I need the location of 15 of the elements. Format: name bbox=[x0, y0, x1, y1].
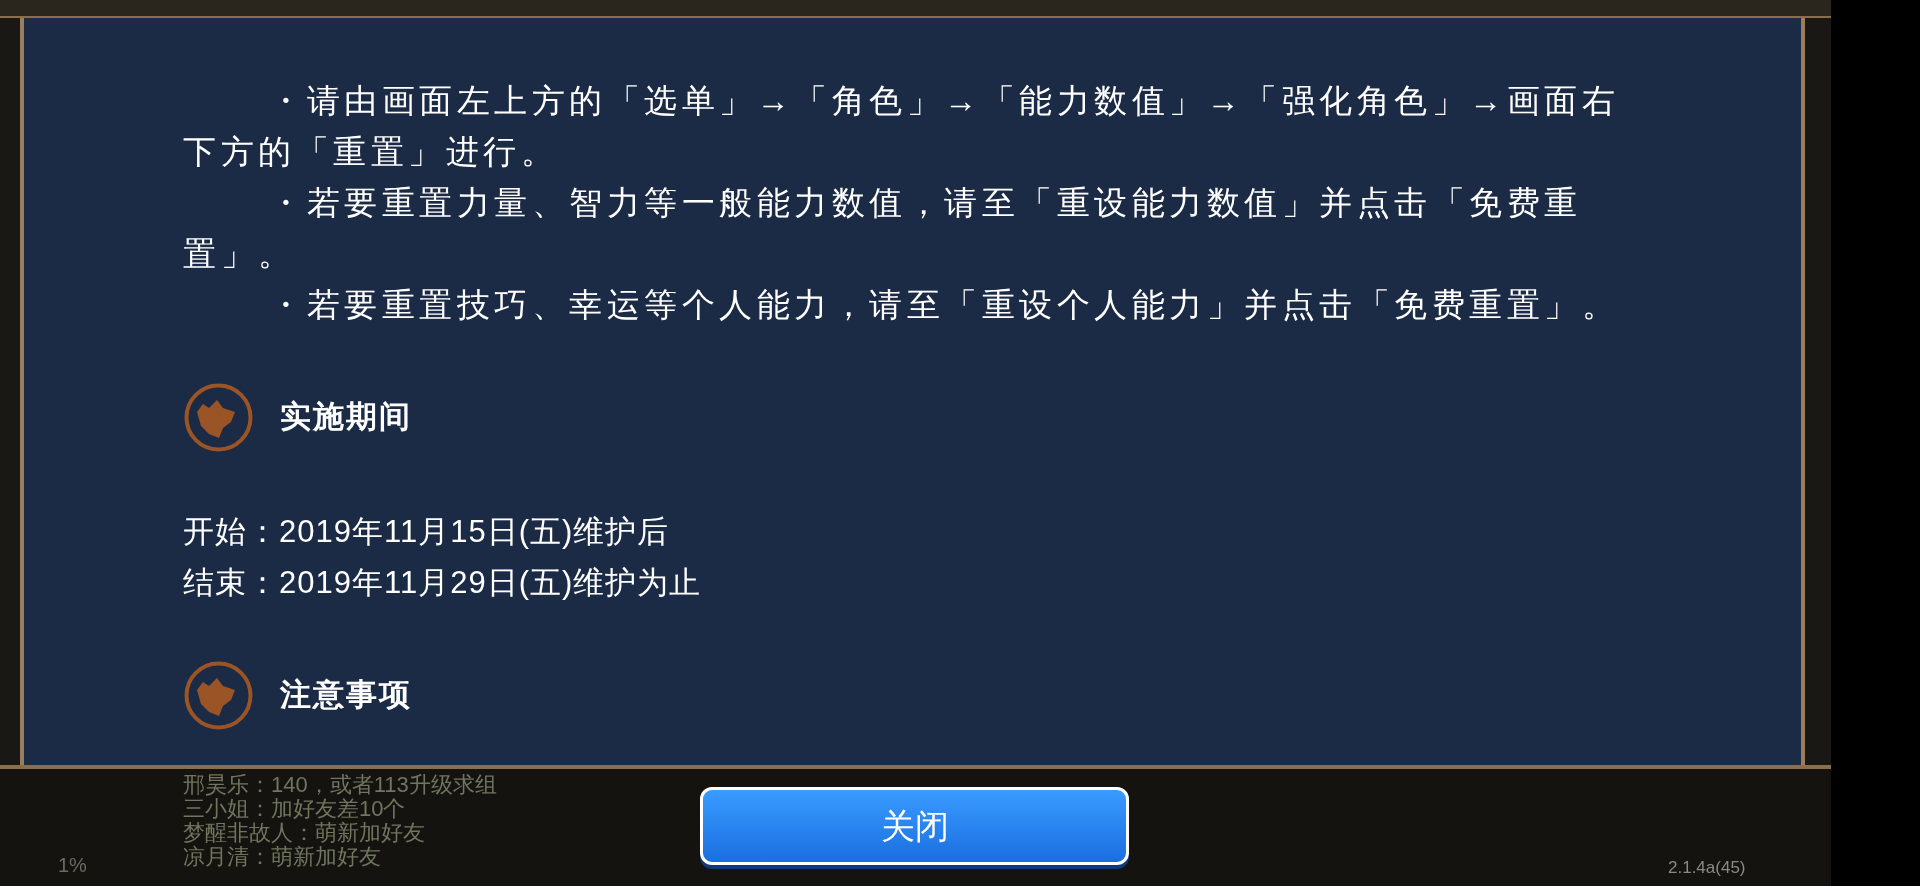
chat-line: 三小姐：加好友差10个 bbox=[183, 797, 407, 821]
chat-line: 凉月清：萌新加好友 bbox=[183, 845, 382, 869]
section-heading: 注意事项 bbox=[280, 676, 412, 715]
date-line: 结束：2019年11月29日(五)维护为止 bbox=[183, 564, 703, 602]
percent-label: 1% bbox=[58, 853, 87, 878]
chat-line: 梦醒非故人：萌新加好友 bbox=[183, 821, 426, 845]
version-label: 2.1.4a(45) bbox=[1668, 856, 1746, 879]
emblem-icon bbox=[183, 382, 254, 453]
section-heading: 实施期间 bbox=[280, 398, 412, 437]
notice-paragraph: ・若要重置技巧、幸运等个人能力，请至「重设个人能力」并点击「免费重置」。 bbox=[268, 285, 1620, 325]
notice-paragraph: ・请由画面左上方的「选单」→「角色」→「能力数值」→「强化角色」→画面右下方的「重置」进行。 bbox=[183, 81, 1620, 172]
date-line: 开始：2019年11月15日(五)维护后 bbox=[183, 513, 671, 551]
notice-paragraph: ・若要重置力量、智力等一般能力数值，请至「重设能力数值」并点击「免费重置」。 bbox=[183, 183, 1583, 274]
emblem-icon bbox=[183, 660, 254, 731]
chat-line: 邢昊乐：140，或者113升级求组 bbox=[183, 773, 497, 797]
